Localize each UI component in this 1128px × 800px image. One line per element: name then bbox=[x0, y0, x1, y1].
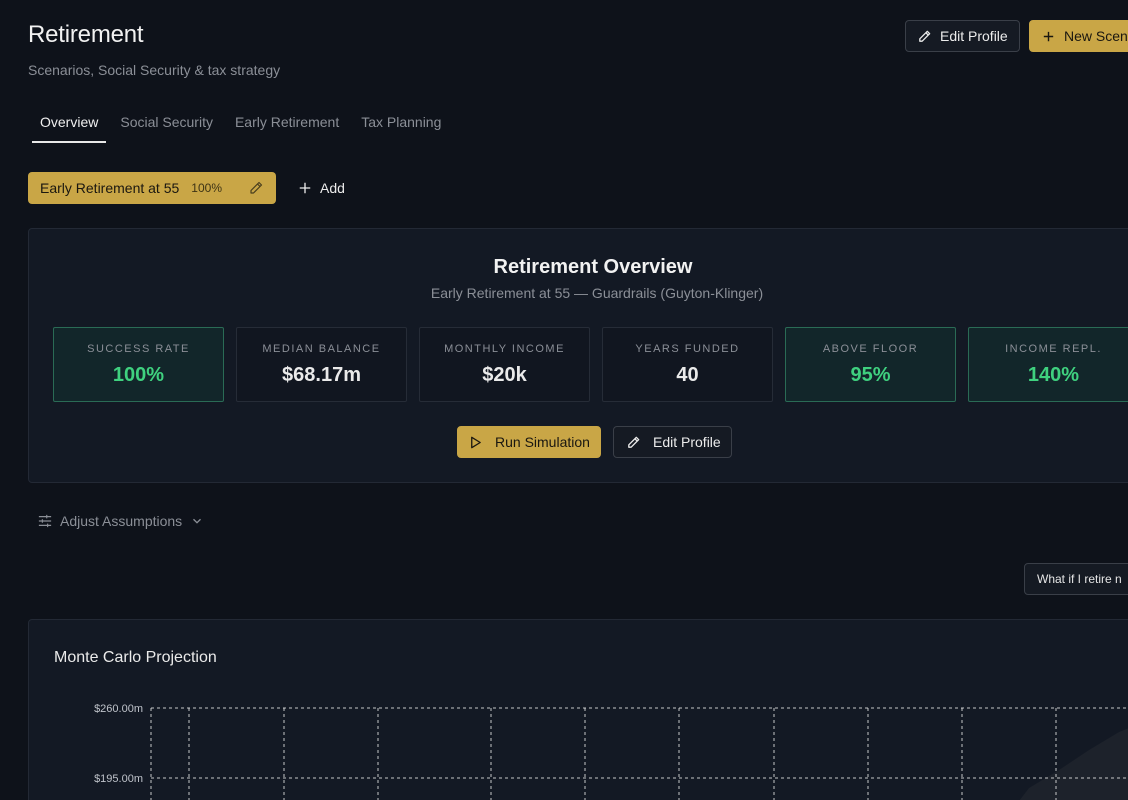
new-scenario-label: New Scen bbox=[1064, 28, 1128, 44]
retirement-page: Retirement Scenarios, Social Security & … bbox=[0, 0, 1128, 800]
monte-carlo-card: Monte Carlo Projection $260.00m $195.00m bbox=[28, 619, 1128, 800]
stat-success-rate: SUCCESS RATE 100% bbox=[53, 327, 224, 402]
what-if-prompt-button[interactable]: What if I retire n bbox=[1024, 563, 1128, 595]
plus-icon bbox=[1043, 31, 1054, 41]
plus-icon bbox=[299, 182, 311, 194]
stat-monthly-income: MONTHLY INCOME $20k bbox=[419, 327, 590, 402]
stat-value: 140% bbox=[1027, 364, 1080, 386]
tab-bar: Overview Social Security Early Retiremen… bbox=[32, 104, 455, 143]
scenario-chip-percent: 100% bbox=[191, 181, 222, 195]
stat-label: SUCCESS RATE bbox=[87, 343, 190, 355]
add-label: Add bbox=[320, 180, 345, 196]
scenario-chip-name: Early Retirement at 55 bbox=[40, 180, 180, 196]
stat-value: $68.17m bbox=[282, 364, 361, 386]
adjust-assumptions-toggle[interactable]: Adjust Assumptions bbox=[38, 513, 204, 529]
tab-tax-planning[interactable]: Tax Planning bbox=[353, 104, 449, 143]
stat-value: 40 bbox=[676, 364, 699, 386]
stat-median-balance: MEDIAN BALANCE $68.17m bbox=[236, 327, 407, 402]
adjust-assumptions-label: Adjust Assumptions bbox=[60, 513, 183, 529]
tab-social-security[interactable]: Social Security bbox=[112, 104, 221, 143]
retirement-overview-card: Retirement Overview Early Retirement at … bbox=[28, 228, 1128, 483]
page-subtitle: Scenarios, Social Security & tax strateg… bbox=[28, 62, 281, 78]
sliders-icon bbox=[38, 514, 52, 528]
stat-label: ABOVE FLOOR bbox=[822, 343, 919, 355]
add-scenario-button[interactable]: Add bbox=[294, 172, 349, 204]
play-icon bbox=[471, 436, 481, 448]
stat-value: 95% bbox=[850, 364, 891, 386]
overview-title: Retirement Overview bbox=[493, 256, 693, 278]
pencil-icon bbox=[628, 436, 640, 448]
y-tick-label: $260.00m bbox=[94, 703, 143, 715]
header-edit-profile-label: Edit Profile bbox=[940, 28, 1008, 44]
run-simulation-label: Run Simulation bbox=[495, 434, 590, 450]
chevron-down-icon bbox=[193, 518, 202, 524]
new-scenario-button[interactable]: New Scen bbox=[1029, 20, 1128, 52]
pencil-icon[interactable] bbox=[248, 180, 264, 196]
page-title: Retirement bbox=[28, 21, 144, 48]
header-edit-profile-button[interactable]: Edit Profile bbox=[905, 20, 1020, 52]
overview-edit-profile-label: Edit Profile bbox=[653, 434, 721, 450]
stat-value: 100% bbox=[112, 364, 165, 386]
monte-carlo-chart: $260.00m $195.00m bbox=[94, 703, 1128, 800]
stat-label: YEARS FUNDED bbox=[635, 343, 740, 355]
stat-above-floor: ABOVE FLOOR 95% bbox=[785, 327, 956, 402]
y-tick-label: $195.00m bbox=[94, 773, 143, 785]
overview-edit-profile-button[interactable]: Edit Profile bbox=[613, 426, 732, 458]
stat-label: MEDIAN BALANCE bbox=[262, 343, 381, 355]
stat-label: INCOME REPL. bbox=[1005, 343, 1102, 355]
projection-band-area bbox=[1019, 728, 1128, 800]
stat-income-replacement: INCOME REPL. 140% bbox=[968, 327, 1128, 402]
stat-years-funded: YEARS FUNDED 40 bbox=[602, 327, 773, 402]
scenario-chip[interactable]: Early Retirement at 55 100% bbox=[28, 172, 276, 204]
overview-subtitle: Early Retirement at 55 — Guardrails (Guy… bbox=[430, 285, 764, 301]
run-simulation-button[interactable]: Run Simulation bbox=[457, 426, 601, 458]
stat-value: $20k bbox=[482, 364, 527, 386]
stat-label: MONTHLY INCOME bbox=[444, 343, 565, 355]
tab-overview[interactable]: Overview bbox=[32, 104, 107, 143]
tab-early-retirement[interactable]: Early Retirement bbox=[227, 104, 347, 143]
pencil-icon bbox=[919, 30, 931, 42]
